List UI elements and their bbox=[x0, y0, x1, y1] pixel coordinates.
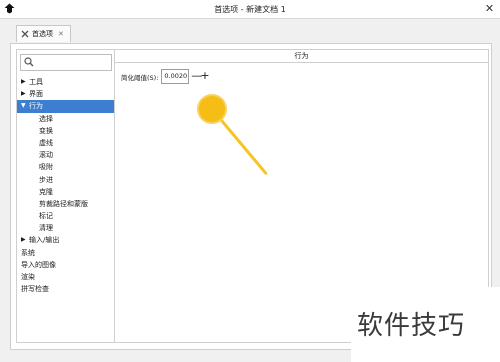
tab-close-icon[interactable]: ✕ bbox=[58, 30, 64, 38]
sidebar-item-label: 行为 bbox=[29, 102, 43, 111]
sidebar-item-label: 拼写检查 bbox=[21, 285, 49, 294]
sidebar-item-label: 虚线 bbox=[39, 138, 53, 147]
chevron-down-icon[interactable]: ▼ bbox=[21, 100, 26, 112]
search-icon bbox=[24, 57, 34, 67]
sidebar-item-label: 滚动 bbox=[39, 151, 53, 160]
sidebar-item[interactable]: 变换 bbox=[17, 125, 115, 137]
increment-button[interactable]: + bbox=[200, 70, 209, 83]
chevron-right-icon[interactable]: ▶ bbox=[21, 76, 26, 88]
watermark: 软件技巧 bbox=[351, 287, 500, 362]
sidebar-item[interactable]: ▶ 界面 bbox=[17, 88, 115, 100]
sidebar-item-label: 选择 bbox=[39, 114, 53, 123]
tab-preferences[interactable]: 首选项 ✕ bbox=[16, 25, 71, 42]
sidebar-item-label: 清理 bbox=[39, 224, 53, 233]
sidebar-item-label: 步进 bbox=[39, 175, 53, 184]
preferences-sidebar: ▶ 工具 ▶ 界面 ▼ 行为 选择 变换 虚线 滚动 吸附 步进 克隆 剪裁路径和蒙版 标记 清理 ▶ 输入/输出… bbox=[16, 49, 116, 343]
window-close-button[interactable]: ✕ bbox=[483, 2, 496, 15]
sidebar-item-label: 吸附 bbox=[39, 163, 53, 172]
sidebar-item-label: 克隆 bbox=[39, 187, 53, 196]
sidebar-item[interactable]: 标记 bbox=[17, 210, 115, 222]
sidebar-item-label: 系统 bbox=[21, 248, 35, 257]
sidebar-item[interactable]: ▶ 工具 bbox=[17, 76, 115, 88]
decrement-button[interactable]: — bbox=[191, 70, 202, 83]
simplify-threshold-label: 简化阈值(S): bbox=[121, 73, 159, 82]
title-bar: 首选项 - 新建文档 1 ✕ bbox=[0, 0, 500, 19]
chevron-right-icon[interactable]: ▶ bbox=[21, 88, 26, 100]
sidebar-item-label: 工具 bbox=[29, 78, 43, 86]
sidebar-item[interactable]: 清理 bbox=[17, 222, 115, 234]
sidebar-item[interactable]: 步进 bbox=[17, 174, 115, 186]
tab-label: 首选项 bbox=[32, 30, 53, 38]
simplify-threshold-row: 简化阈值(S): 0.0020 — + bbox=[121, 69, 210, 84]
sidebar-item-label: 变换 bbox=[39, 126, 53, 135]
sidebar-item-label: 渲染 bbox=[21, 273, 35, 281]
tab-strip: 首选项 ✕ bbox=[10, 21, 490, 43]
sidebar-item-label: 输入/输出 bbox=[29, 236, 60, 245]
sidebar-item[interactable]: 渲染 bbox=[17, 271, 115, 283]
simplify-threshold-stepper: — + bbox=[191, 70, 209, 83]
pointer-highlight-dot bbox=[199, 96, 225, 122]
tools-icon bbox=[21, 30, 29, 38]
sidebar-item-label: 界面 bbox=[29, 90, 43, 99]
sidebar-item[interactable]: 虚线 bbox=[17, 137, 115, 149]
sidebar-item[interactable]: 克隆 bbox=[17, 186, 115, 198]
sidebar-item[interactable]: 滚动 bbox=[17, 149, 115, 161]
watermark-text: 软件技巧 bbox=[357, 311, 466, 341]
preferences-tree: ▶ 工具 ▶ 界面 ▼ 行为 选择 变换 虚线 滚动 吸附 步进 克隆 剪裁路径和蒙版 标记 清理 ▶ 输入/输出… bbox=[17, 76, 115, 295]
sidebar-item[interactable]: 吸附 bbox=[17, 161, 115, 173]
sidebar-item-label: 导入的图像 bbox=[21, 260, 56, 269]
sidebar-item[interactable]: 系统 bbox=[17, 247, 115, 259]
sidebar-item[interactable]: ▶ 输入/输出 bbox=[17, 234, 115, 246]
sidebar-item[interactable]: 选择 bbox=[17, 113, 115, 125]
section-header: 行为 bbox=[115, 50, 488, 63]
sidebar-item-label: 标记 bbox=[39, 212, 53, 221]
sidebar-item[interactable]: 拼写检查 bbox=[17, 283, 115, 295]
sidebar-item[interactable]: 剪裁路径和蒙版 bbox=[17, 198, 115, 210]
sidebar-item[interactable]: 导入的图像 bbox=[17, 259, 115, 271]
simplify-threshold-input[interactable]: 0.0020 bbox=[161, 69, 190, 84]
chevron-right-icon[interactable]: ▶ bbox=[21, 234, 26, 246]
search-input[interactable] bbox=[20, 54, 112, 71]
sidebar-item-label: 剪裁路径和蒙版 bbox=[39, 199, 88, 208]
window-title: 首选项 - 新建文档 1 bbox=[214, 5, 286, 14]
sidebar-item[interactable]: ▼ 行为 bbox=[17, 100, 115, 113]
